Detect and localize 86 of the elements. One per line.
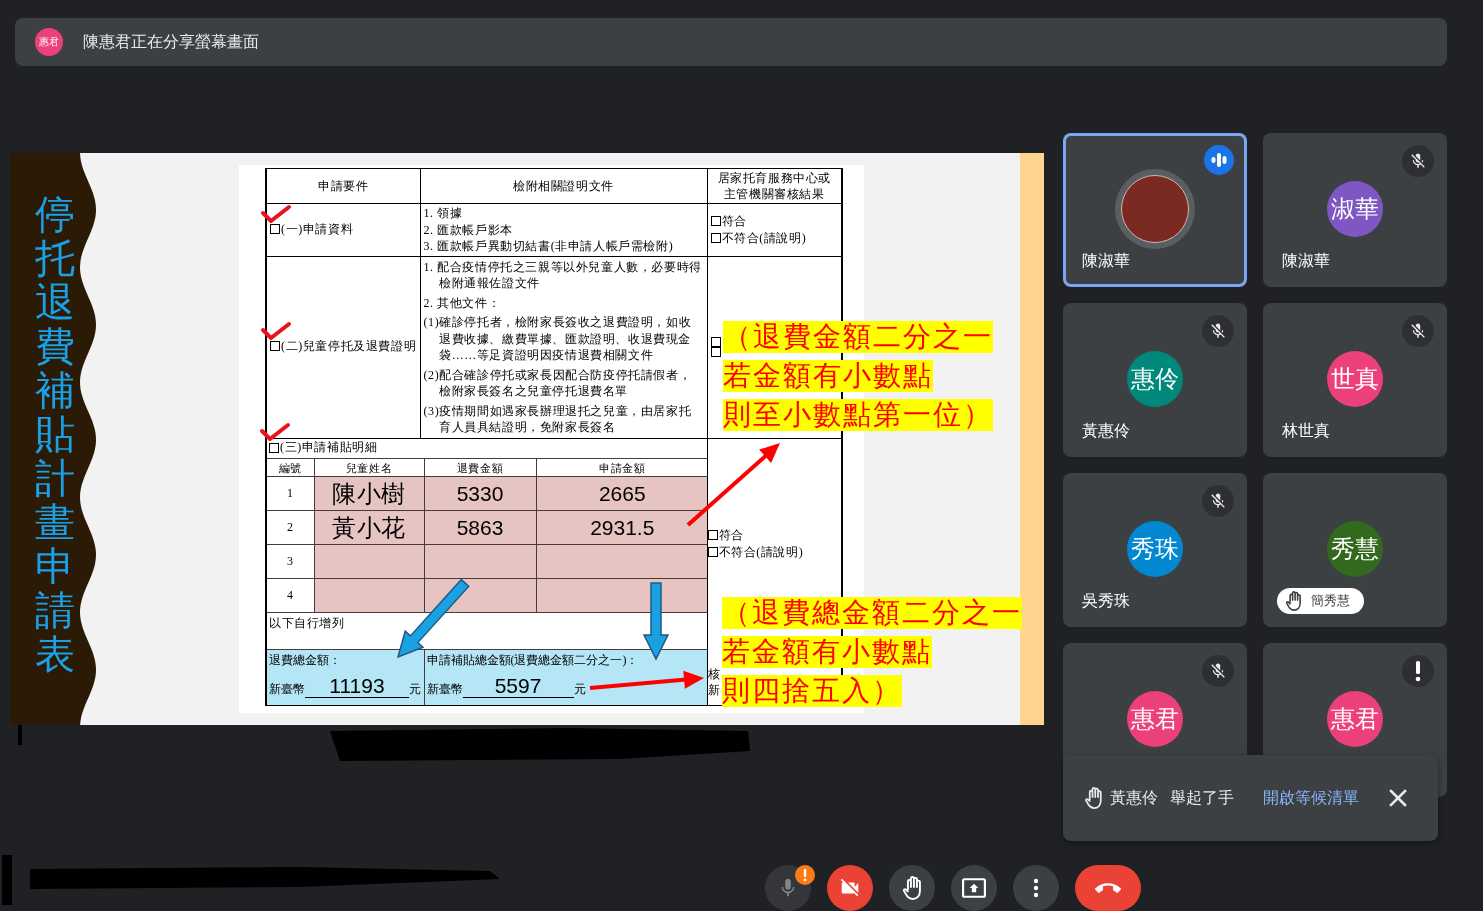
checkbox-icon — [270, 224, 280, 235]
phone-icon — [1095, 883, 1121, 893]
photo-placeholder — [1121, 175, 1189, 243]
avatar: 惠君 — [1127, 691, 1183, 747]
notification-message: 舉起了手 — [1170, 788, 1234, 808]
avatar: 惠君 — [1327, 691, 1383, 747]
document-item: 2. 匯款帳戶影本 — [423, 221, 514, 238]
camera-off-icon — [839, 877, 861, 899]
hand-icon — [1286, 591, 1301, 611]
present-screen-icon — [962, 878, 986, 898]
currency-label: 新臺幣 — [269, 681, 305, 698]
requirement-label: (三)申請補貼明細 — [280, 439, 378, 456]
avatar: 惠伶 — [1127, 351, 1183, 407]
option-label: 不符合(請說明) — [721, 229, 807, 247]
option-label: 不符合(請說明) — [718, 543, 804, 561]
camera-button[interactable] — [827, 865, 873, 911]
column-header: 編號 — [267, 458, 314, 477]
column-header: 申請要件 — [266, 168, 420, 204]
requirement-label: (一)申請資料 — [281, 220, 354, 238]
more-options-button[interactable] — [1013, 865, 1059, 911]
document-item: 2. 其他文件： — [423, 294, 502, 311]
avatar: 惠君 — [35, 28, 63, 56]
option-label: 符合 — [718, 526, 744, 544]
participant-name: 陳淑華 — [1282, 251, 1330, 271]
annotation-text: 則四捨五入） — [722, 675, 902, 707]
total-label: 退費總金額： — [269, 652, 342, 669]
checkbox-icon — [270, 341, 280, 352]
document-text: 新 — [707, 681, 721, 698]
option-label: 符合 — [721, 212, 747, 230]
avatar: 秀珠 — [1127, 521, 1183, 577]
hand-icon — [903, 876, 921, 900]
table-cell: 2931.5 — [536, 510, 709, 545]
document-text: 核 — [707, 665, 721, 682]
avatar: 秀慧 — [1327, 521, 1383, 577]
amount-field: 5597 — [462, 674, 574, 698]
currency-label: 新臺幣 — [426, 681, 463, 698]
table-cell: 陳小樹 — [314, 476, 424, 511]
participant-name: 林世真 — [1282, 421, 1330, 441]
annotation-text: 若金額有小數點 — [722, 636, 932, 668]
dark-smudge — [2, 855, 12, 905]
avatar: 淑華 — [1327, 181, 1383, 237]
participant-name: 簡秀慧 — [1311, 593, 1350, 609]
document-item: 3. 匯款帳戶異動切結書(非申請人帳戶需檢附) — [423, 238, 675, 255]
dark-smudge — [18, 725, 22, 745]
annotation-text: （退費金額二分之一 — [723, 321, 993, 353]
document-item: 1. 配合疫情停托之三親等以外兒童人數，必要時得檢附通報佐證文件 — [423, 258, 703, 292]
avatar: 世真 — [1327, 351, 1383, 407]
document-item: (1)確診停托者，檢附家長簽收之退費證明，如收退費收據、繳費單據、匯款證明、收退費現金袋……等足資證明因疫情退費相關文件 — [423, 314, 693, 364]
more-icon — [1033, 878, 1039, 898]
document-item: 1. 領據 — [423, 205, 464, 222]
hand-icon — [1085, 787, 1102, 809]
column-header: 居家托育服務中心或主管機關審核結果 — [707, 168, 842, 204]
table-cell: 黃小花 — [314, 510, 424, 545]
leave-call-button[interactable] — [1075, 865, 1141, 911]
present-button[interactable] — [951, 865, 997, 911]
open-queue-link[interactable]: 開啟等候清單 — [1263, 786, 1359, 810]
document-item: (2)配合確診停托或家長因配合防疫停托請假者，檢附家長簽名之兒童停托退費名單 — [423, 366, 693, 400]
column-header: 兒童姓名 — [314, 458, 424, 477]
column-header: 退費金額 — [424, 458, 536, 477]
presenting-message: 陳惠君正在分享螢幕畫面 — [83, 32, 259, 52]
annotation-text: 則至小數點第一位） — [723, 399, 993, 431]
unit-label: 元 — [573, 681, 586, 698]
participant-name: 黃惠伶 — [1082, 421, 1130, 441]
close-button[interactable] — [1389, 789, 1407, 807]
slide-title: 停托退費補貼計畫申請表 — [35, 193, 75, 677]
participant-name: 陳淑華 — [1082, 251, 1130, 271]
table-cell: 3 — [267, 544, 314, 579]
table-cell: 2665 — [536, 476, 709, 511]
raise-hand-button[interactable] — [889, 865, 935, 911]
annotation-text: 若金額有小數點 — [723, 360, 933, 392]
checkbox-icon — [269, 442, 279, 453]
table-cell: 4 — [267, 578, 314, 613]
table-cell: 1 — [267, 476, 314, 511]
participant-name: 吳秀珠 — [1082, 591, 1130, 611]
total-label: 申請補貼總金額(退費總金額二分之一)： — [426, 652, 640, 669]
table-cell: 5330 — [424, 476, 536, 511]
requirement-label: (二)兒童停托及退費證明 — [281, 338, 417, 355]
unit-label: 元 — [409, 681, 421, 698]
table-cell: 2 — [267, 510, 314, 545]
annotation-text: （退費總金額二分之一 — [722, 597, 1022, 629]
column-header: 檢附相關證明文件 — [420, 168, 707, 204]
notification-name: 黃惠伶 — [1110, 788, 1158, 808]
amount-field: 11193 — [305, 674, 409, 698]
document-item: (3)疫情期間如遇家長辦理退托之兒童，由居家托育人員具結證明，免附家長簽名 — [423, 402, 693, 436]
table-cell: 5863 — [424, 510, 536, 545]
close-icon — [1389, 789, 1407, 807]
